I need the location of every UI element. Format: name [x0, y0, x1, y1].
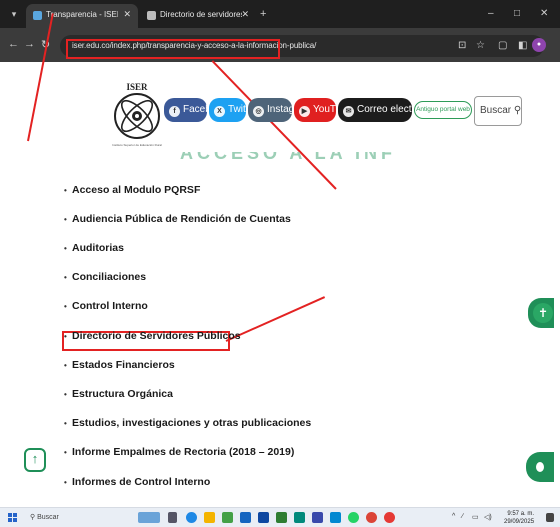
app-icon[interactable] [330, 512, 341, 523]
back-icon[interactable]: ← [8, 38, 19, 50]
outlook-icon[interactable] [258, 512, 269, 523]
sidebar-icon[interactable]: ◧ [518, 40, 527, 51]
x-icon: X [214, 106, 225, 117]
menu-item-estudios[interactable]: Estudios, investigaciones y otras public… [64, 417, 311, 429]
menu-item-estados-financieros[interactable]: Estados Financieros [64, 359, 175, 371]
tab-directorio[interactable]: Directorio de servidores públic ✕ [140, 4, 256, 28]
menu-item-empalmes[interactable]: Informe Empalmes de Rectoria (2018 – 201… [64, 446, 294, 458]
instagram-icon: ◎ [253, 106, 264, 117]
tab-title: Directorio de servidores públic [160, 10, 242, 19]
taskbar-search[interactable]: ⚲ Buscar [30, 511, 126, 525]
tray-chevron-icon[interactable]: ^ [452, 513, 455, 520]
page-heading: ACCESO A LA INFORMACIÓN PÚBLICA [180, 152, 396, 162]
site-search-button[interactable]: Buscar ⚲ [474, 96, 522, 126]
network-icon[interactable]: ▭ [472, 513, 479, 521]
menu-item-auditorias[interactable]: Auditorias [64, 242, 124, 254]
pen-icon[interactable]: ∕ [462, 513, 463, 520]
tab-search-icon[interactable]: ▾ [6, 6, 22, 22]
menu-item-directorio[interactable]: Directorio de Servidores Públicos [64, 330, 241, 342]
browser-tab-bar: ▾ Transparencia - ISER ✕ Directorio de s… [0, 0, 560, 28]
close-window-button[interactable]: ✕ [540, 8, 548, 19]
clock-time: 9:57 a. m. [507, 511, 535, 517]
task-view-icon[interactable] [168, 512, 177, 523]
forward-icon[interactable]: → [24, 38, 35, 50]
annotation-url-box [66, 39, 280, 59]
menu-item-informes[interactable]: Informes de Control Interno [64, 476, 210, 488]
accessibility-button[interactable]: ✝ [528, 298, 554, 328]
youtube-button[interactable]: ▶ YouTube [294, 98, 352, 122]
store-icon[interactable] [222, 512, 233, 523]
menu-item-estructura[interactable]: Estructura Orgánica [64, 388, 173, 400]
install-icon[interactable]: ⊡ [458, 40, 466, 51]
facebook-icon: f [169, 106, 180, 117]
youtube-icon: ▶ [299, 106, 310, 117]
screenshot: ▾ Transparencia - ISER ✕ Directorio de s… [0, 0, 560, 527]
minimize-button[interactable]: – [488, 8, 494, 19]
chat-icon [533, 459, 547, 475]
menu-item-control-interno[interactable]: Control Interno [64, 300, 148, 312]
taskbar-clock[interactable]: 9:57 a. m. 29/09/2025 [504, 510, 534, 526]
windows-taskbar: ⚲ Buscar ^ ∕ ▭ ◁) 9:57 a. m. 29/09/2025 [0, 507, 560, 527]
teams-icon[interactable] [312, 512, 323, 523]
close-tab-icon[interactable]: ✕ [123, 9, 131, 20]
favicon-icon [33, 11, 42, 20]
volume-icon[interactable]: ◁) [484, 513, 492, 521]
widgets-icon[interactable] [138, 512, 160, 523]
logo-subtext: Instituto Superior de Educación Rural [112, 143, 162, 147]
word-icon[interactable] [240, 512, 251, 523]
page-heading-text: ACCESO A LA INFORMACIÓN PÚBLICA [180, 152, 396, 162]
clock-date: 29/09/2025 [504, 519, 535, 525]
taskbar-search-text: Buscar [37, 514, 59, 521]
tab-transparencia[interactable]: Transparencia - ISER ✕ [26, 4, 138, 28]
windows-start-icon[interactable] [8, 513, 18, 523]
facebook-button[interactable]: f Facebook [164, 98, 227, 122]
accessibility-icon: ✝ [533, 303, 553, 323]
notification-icon[interactable] [546, 513, 554, 522]
favicon-icon [147, 11, 156, 20]
iser-logo[interactable]: ISER Instituto Superior de Educación Rur… [110, 80, 164, 150]
explorer-icon[interactable] [204, 512, 215, 523]
scroll-top-button[interactable]: ↑ [24, 448, 46, 472]
app-icon[interactable] [294, 512, 305, 523]
tab-title: Transparencia - ISER [46, 10, 118, 19]
star-icon[interactable]: ☆ [476, 40, 485, 51]
extensions-icon[interactable]: ▢ [498, 40, 507, 51]
excel-icon[interactable] [276, 512, 287, 523]
mail-icon: ✉ [343, 106, 354, 117]
annotation-arrow-url [211, 60, 337, 190]
edge-icon[interactable] [186, 512, 197, 523]
menu-item-pqrsf[interactable]: Acceso al Modulo PQRSF [64, 184, 200, 196]
maximize-button[interactable]: □ [514, 8, 520, 19]
instagram-button[interactable]: ◎ Instagram [248, 98, 311, 122]
menu-item-conciliaciones[interactable]: Conciliaciones [64, 271, 146, 283]
whatsapp-icon[interactable] [348, 512, 359, 523]
profile-avatar-icon[interactable]: ● [532, 38, 546, 52]
old-portal-button[interactable]: Antiguo portal web [414, 101, 472, 119]
search-icon: ⚲ [513, 105, 522, 116]
email-button[interactable]: ✉ Correo electrónico [338, 98, 439, 122]
close-tab-icon[interactable]: ✕ [241, 9, 249, 20]
menu-item-audiencia[interactable]: Audiencia Pública de Rendición de Cuenta… [64, 213, 291, 225]
twitter-button[interactable]: X Twitter [209, 98, 257, 122]
new-tab-button[interactable]: + [260, 8, 266, 20]
search-label: Buscar [480, 105, 512, 116]
chrome-icon[interactable] [384, 512, 395, 523]
chrome-icon[interactable] [366, 512, 377, 523]
logo-text: ISER [126, 82, 148, 92]
taskbar-search-icon: ⚲ [30, 514, 36, 521]
chat-button[interactable] [526, 452, 554, 482]
